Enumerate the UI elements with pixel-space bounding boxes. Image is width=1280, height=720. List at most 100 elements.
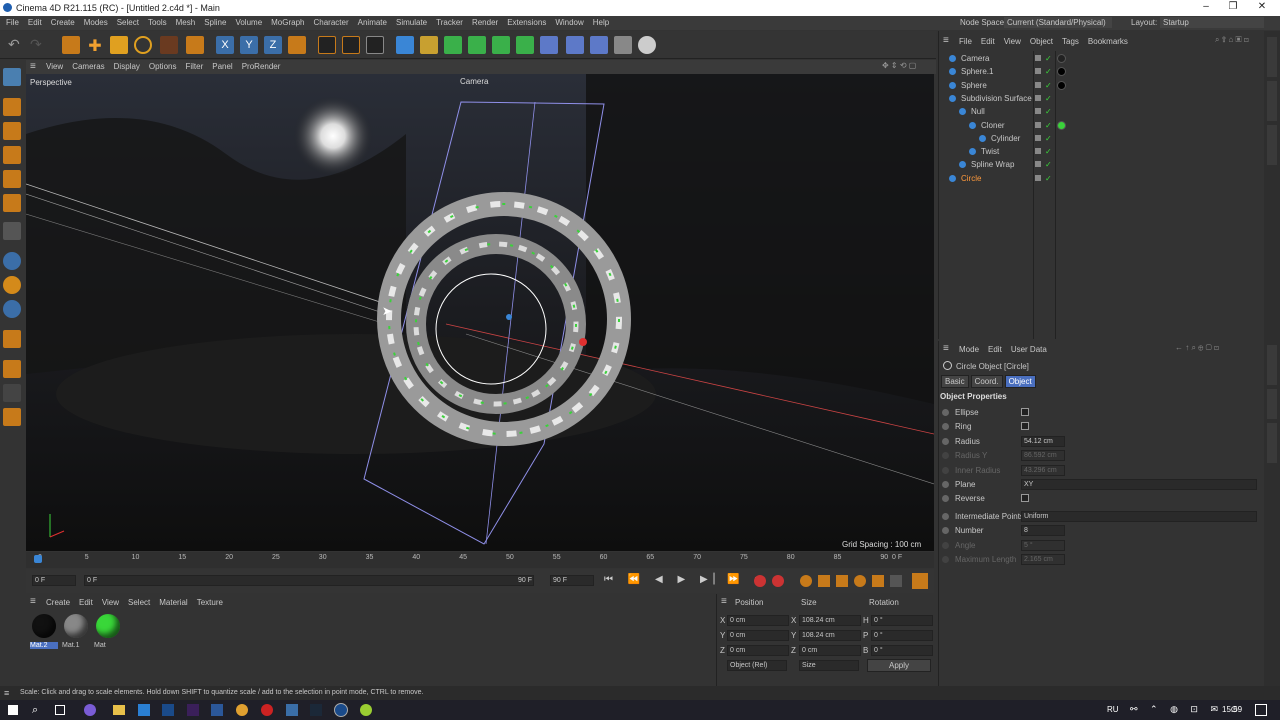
3d-viewport[interactable]: Perspective Camera Grid Spacing : 100 cm… [26,74,934,551]
object-menu-item-5[interactable]: Bookmarks [1088,37,1128,46]
tab-structure[interactable] [1267,423,1277,463]
object-row[interactable]: Sphere ✓ [939,79,1265,92]
animate-dot-icon[interactable] [942,409,949,416]
object-menu-item-0[interactable]: File [959,37,972,46]
app1-icon[interactable] [84,704,96,716]
attribute-menu-item-2[interactable]: User Data [1011,345,1047,354]
language-indicator[interactable]: RU [1107,705,1119,714]
animate-dot-icon[interactable] [942,423,949,431]
chrome-icon[interactable] [236,704,248,716]
render-picture-viewer-icon[interactable] [342,36,360,54]
app3-icon[interactable] [286,704,298,716]
visibility-icon[interactable] [1035,68,1041,75]
object-row[interactable]: Cylinder ✓ [939,132,1265,145]
material-swatch[interactable] [64,614,88,638]
close-icon[interactable]: ✕ [1252,1,1272,12]
deformer-icon[interactable] [492,36,510,54]
object-row[interactable]: Circle ✓ [939,172,1265,185]
param-key-icon[interactable] [872,575,884,587]
snap-icon[interactable] [3,252,21,270]
material-swatch[interactable] [96,614,120,638]
object-row[interactable]: Twist ✓ [939,145,1265,158]
visibility-icon[interactable] [1035,148,1041,155]
workplane-snap-icon[interactable] [3,300,21,318]
animate-dot-icon[interactable] [942,466,949,474]
apply-button[interactable]: Apply [867,659,931,672]
viewport-menu-item-6[interactable]: ProRender [242,62,281,71]
rotation-field[interactable]: 0 ° [871,615,933,626]
material-hamburger-icon[interactable]: ≡ [30,596,36,607]
visibility-icon[interactable] [1035,55,1041,61]
rotation-key-icon[interactable] [854,575,866,587]
material-tag-icon[interactable] [1057,80,1066,90]
solo-icon[interactable] [3,408,21,426]
attr-select[interactable]: XY [1021,479,1257,490]
attr-checkbox[interactable] [1021,422,1029,431]
enable-check-icon[interactable]: ✓ [1045,158,1052,171]
attr-tab-0[interactable]: Basic [941,375,969,388]
main-menu-item-1[interactable]: Edit [28,18,42,27]
range-start-field[interactable]: 0 F [84,575,534,586]
main-menu-item-15[interactable]: Extensions [507,18,546,27]
animate-dot-icon[interactable] [942,495,949,503]
object-hamburger-icon[interactable]: ≡ [943,35,949,46]
minimize-icon[interactable]: – [1196,1,1216,12]
app4-icon[interactable] [360,704,372,716]
start-icon[interactable] [8,705,18,715]
object-name[interactable]: Cloner [981,119,1005,132]
opera-icon[interactable] [261,704,273,716]
material-menu-item-0[interactable]: Create [46,598,70,607]
object-menu-item-1[interactable]: Edit [981,37,995,46]
rotation-field[interactable]: 0 ° [871,630,933,641]
enable-check-icon[interactable]: ✓ [1045,52,1052,65]
field-icon[interactable] [540,36,558,54]
viewport-menu-item-2[interactable]: Display [114,62,140,71]
attr-value-field[interactable]: 8 [1021,525,1065,537]
attr-value-field[interactable]: 43.296 cm [1021,464,1065,476]
end-frame-field[interactable]: 90 F [550,575,594,586]
material-name[interactable]: Mat [94,642,122,649]
mograph-icon[interactable] [516,36,534,54]
main-menu-item-0[interactable]: File [6,18,19,27]
material-menu-item-4[interactable]: Material [159,598,187,607]
make-editable-icon[interactable] [3,68,21,86]
material-name[interactable]: Mat.2 [30,642,58,649]
record-icon[interactable] [754,575,766,587]
tab-content-browser[interactable] [1267,125,1277,165]
object-row[interactable]: Null ✓ [939,105,1265,118]
main-menu-item-14[interactable]: Render [472,18,498,27]
render-settings-icon[interactable] [366,36,384,54]
attr-hamburger-icon[interactable]: ≡ [943,343,949,354]
size-field[interactable]: 108.24 cm [799,615,861,626]
position-field[interactable]: 0 cm [727,615,789,626]
camera-icon[interactable] [614,36,632,54]
object-mode-icon[interactable] [186,36,204,54]
visibility-icon[interactable] [1035,81,1041,88]
main-menu-item-4[interactable]: Select [117,18,139,27]
tab-attributes[interactable] [1267,345,1277,385]
object-name[interactable]: Subdivision Surface [961,92,1032,105]
attr-value-field[interactable]: 86.592 cm [1021,450,1065,462]
attr-checkbox[interactable] [1021,408,1029,416]
after-effects-icon[interactable] [187,704,199,716]
model-mode-icon[interactable] [3,98,21,116]
enable-check-icon[interactable]: ✓ [1045,105,1052,118]
start-frame-field[interactable]: 0 F [32,575,76,586]
enable-check-icon[interactable]: ✓ [1045,92,1052,105]
environment-icon[interactable] [566,36,584,54]
main-menu-item-5[interactable]: Tools [148,18,167,27]
y-axis-lock-icon[interactable]: Y [240,36,258,54]
object-name[interactable]: Sphere.1 [961,65,993,78]
attr-value-field[interactable]: 5 ° [1021,539,1065,551]
scale-tool-icon[interactable] [110,36,128,54]
object-row[interactable]: Sphere.1 ✓ [939,65,1265,78]
size-field[interactable]: 0 cm [799,645,861,656]
animate-dot-icon[interactable] [942,437,949,445]
visibility-icon[interactable] [1035,108,1041,115]
visio-icon[interactable] [211,704,223,716]
workplane-icon[interactable] [3,360,21,378]
size-mode-select[interactable]: Size [799,660,859,671]
main-menu-item-10[interactable]: Character [314,18,349,27]
enable-check-icon[interactable]: ✓ [1045,145,1052,158]
main-menu-item-9[interactable]: MoGraph [271,18,304,27]
